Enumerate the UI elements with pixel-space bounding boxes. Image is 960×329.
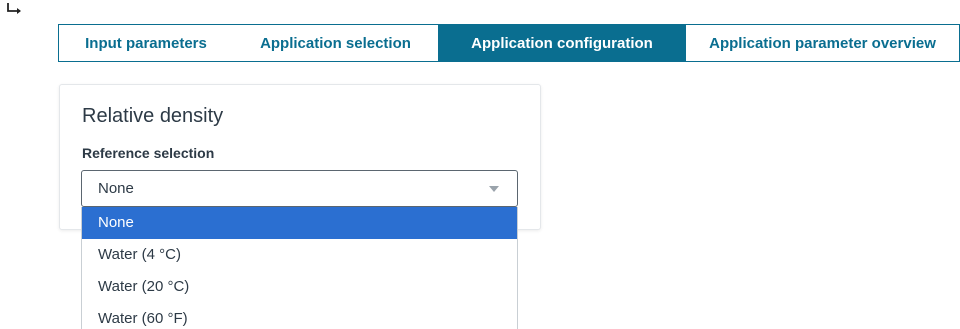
tab-application-selection[interactable]: Application selection bbox=[233, 25, 438, 61]
app-stage: Input parameters Application selection A… bbox=[0, 0, 960, 329]
chevron-down-icon bbox=[489, 186, 499, 192]
select-value: None bbox=[98, 180, 134, 197]
return-arrow-icon[interactable] bbox=[6, 2, 24, 16]
wizard-tabs: Input parameters Application selection A… bbox=[58, 24, 960, 62]
tab-application-configuration[interactable]: Application configuration bbox=[438, 25, 686, 61]
card-title: Relative density bbox=[82, 105, 224, 127]
option-water-20c[interactable]: Water (20 °C) bbox=[82, 271, 517, 303]
tab-input-parameters[interactable]: Input parameters bbox=[59, 25, 233, 61]
option-none[interactable]: None bbox=[82, 207, 517, 239]
option-water-60f[interactable]: Water (60 °F) bbox=[82, 303, 517, 329]
reference-selection-label: Reference selection bbox=[82, 145, 215, 161]
tab-application-parameter-overview[interactable]: Application parameter overview bbox=[686, 25, 959, 61]
option-water-4c[interactable]: Water (4 °C) bbox=[82, 239, 517, 271]
reference-options-list: None Water (4 °C) Water (20 °C) Water (6… bbox=[81, 207, 518, 329]
reference-selection-dropdown[interactable]: None bbox=[81, 170, 518, 207]
